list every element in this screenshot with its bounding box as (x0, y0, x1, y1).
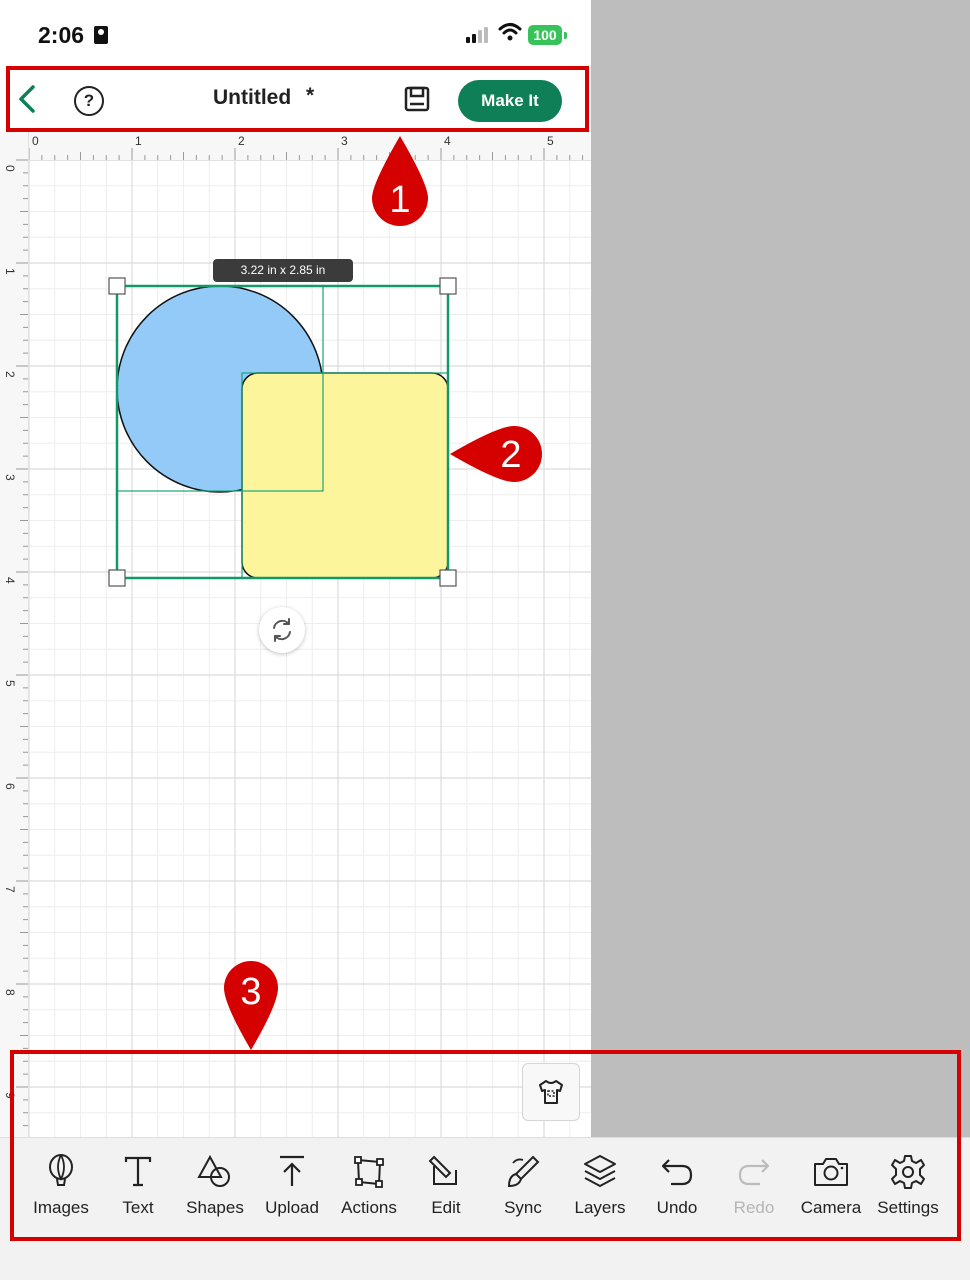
resize-handle-bottom-right[interactable] (439, 569, 457, 587)
callout-pin-3: 3 (224, 961, 278, 1050)
callout-pin-1: 1 (372, 136, 428, 226)
rotate-button[interactable] (259, 607, 305, 653)
callout-label: 2 (500, 434, 521, 476)
rotate-icon (273, 618, 291, 642)
callout-label: 3 (240, 971, 261, 1013)
shape-layer (108, 277, 457, 587)
resize-handle-top-left[interactable] (108, 277, 126, 295)
callout-box-1 (6, 66, 589, 132)
callout-box-3 (10, 1050, 961, 1241)
resize-handle-top-right[interactable] (439, 277, 457, 295)
resize-handle-bottom-left[interactable] (108, 569, 126, 587)
callout-pin-2: 2 (450, 426, 542, 482)
callout-label: 1 (389, 179, 410, 221)
rounded-square-shape[interactable] (241, 372, 449, 579)
size-tooltip: 3.22 in x 2.85 in (213, 259, 353, 282)
